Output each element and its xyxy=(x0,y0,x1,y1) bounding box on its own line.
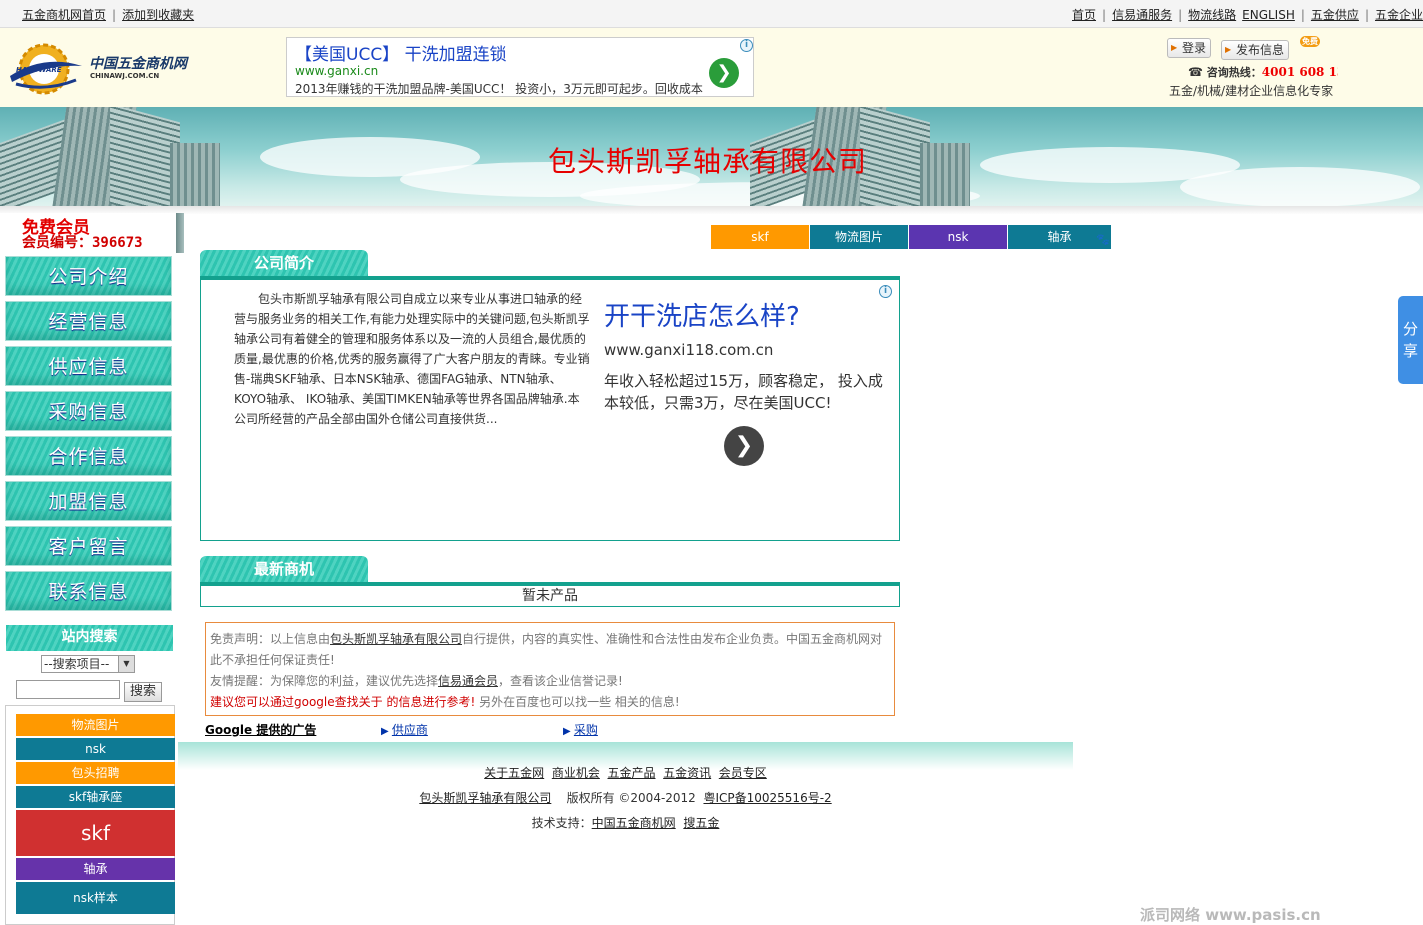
site-logo[interactable]: HARDWARE 中国五金商机网 CHINAWJ.COM.CN xyxy=(6,36,206,100)
icp-link[interactable]: 粤ICP备10025516号-2 xyxy=(703,791,831,805)
hotline-number: 4001 608 13 xyxy=(1261,65,1338,79)
support-link[interactable]: 中国五金商机网 xyxy=(592,816,676,830)
sidebar-edge xyxy=(176,213,184,253)
footer-company-link[interactable]: 包头斯凯孚轴承有限公司 xyxy=(419,791,551,805)
arrow-right-icon[interactable]: ❯ xyxy=(709,58,739,88)
tag-item[interactable]: 物流图片 xyxy=(16,714,175,736)
phone-icon: ☎ xyxy=(1188,65,1203,79)
content-ad-title[interactable]: 开干洗店怎么样? xyxy=(604,296,800,333)
nav-company-intro[interactable]: 公司介绍 xyxy=(5,256,172,296)
support-link[interactable]: 搜五金 xyxy=(683,816,719,830)
login-button[interactable]: 登录 xyxy=(1167,38,1212,58)
intro-heading: 公司简介 xyxy=(200,250,368,278)
logo-subtext: CHINAWJ.COM.CN xyxy=(90,72,160,80)
tag-item[interactable]: 包头招聘 xyxy=(16,762,175,784)
xinyitong-link[interactable]: 信易通会员 xyxy=(438,674,498,688)
google-ads-bar: Google 提供的广告 ▶ 供应商 ▶ 采购 xyxy=(205,721,635,739)
company-link[interactable]: 包头斯凯孚轴承有限公司 xyxy=(330,632,462,646)
footer-link[interactable]: 关于五金网 xyxy=(484,766,544,780)
search-button[interactable]: 搜索 xyxy=(124,682,162,702)
ad-link-purchase[interactable]: ▶ 采购 xyxy=(563,721,598,738)
nav-franchise-info[interactable]: 加盟信息 xyxy=(5,481,172,521)
nav-home-link[interactable]: 首页 xyxy=(1072,8,1096,22)
copyright-text: 版权所有 ©2004-2012 xyxy=(566,791,696,805)
tag-item[interactable]: 轴承 xyxy=(16,858,175,880)
ad-info-icon[interactable]: i xyxy=(740,39,753,52)
ad-link-supplier[interactable]: ▶ 供应商 xyxy=(381,721,428,738)
hotline: ☎ 咨询热线：4001 608 13 xyxy=(1188,64,1338,80)
nav-contact-info[interactable]: 联系信息 xyxy=(5,571,172,611)
nav-supply-link[interactable]: 五金供应 xyxy=(1311,8,1359,22)
content-ad-url[interactable]: www.ganxi118.com.cn xyxy=(604,341,773,359)
footer-copyright: 包头斯凯孚轴承有限公司 版权所有 ©2004-2012 粤ICP备1002551… xyxy=(178,789,1073,806)
header-ad-url[interactable]: www.ganxi.cn xyxy=(295,64,378,78)
search-input[interactable] xyxy=(16,680,120,699)
search-category-select[interactable]: --搜索项目-- ▼ xyxy=(41,655,135,673)
top-left-links: 五金商机网首页 | 添加到收藏夹 xyxy=(22,8,195,22)
ad-info-icon[interactable]: i xyxy=(879,285,892,298)
tag-item[interactable]: nsk样本 xyxy=(16,882,175,914)
top-tab[interactable]: skf xyxy=(711,225,809,249)
top-tab[interactable]: nsk xyxy=(909,225,1007,249)
nav-purchase-info[interactable]: 采购信息 xyxy=(5,391,172,431)
top-right-links: 首页 | 信易通服务 | 物流线路 ENGLISH | 五金供应 | 五金企业 xyxy=(1072,8,1423,22)
share-button[interactable]: 分享 xyxy=(1398,296,1423,384)
nav-logistics-link[interactable]: 物流线路 xyxy=(1188,8,1236,22)
nav-service-link[interactable]: 信易通服务 xyxy=(1112,8,1172,22)
member-number: 会员编号：396673 xyxy=(22,235,143,251)
footer-links: 关于五金网 商业机会 五金产品 五金资讯 会员专区 xyxy=(178,764,1073,781)
header-ad-title[interactable]: 【美国UCC】 干洗加盟连锁 xyxy=(295,40,507,65)
logo-mark-text: HARDWARE xyxy=(16,66,62,74)
company-name: 包头斯凯孚轴承有限公司 xyxy=(548,145,868,178)
header-ad-desc: 2013年赚钱的干洗加盟品牌-美国UCC！ 投资小，3万元即可起步。回收成本 xyxy=(295,82,703,96)
banner-strip xyxy=(0,206,1423,214)
home-link[interactable]: 五金商机网首页 xyxy=(22,8,106,22)
intro-text: 包头市斯凯孚轴承有限公司自成立以来专业从事进口轴承的经营与服务业务的相关工作,有… xyxy=(234,292,590,426)
bookmark-link[interactable]: 添加到收藏夹 xyxy=(122,8,194,22)
reminder-line: 友情提醒：为保障您的利益，建议优先选择信易通会员，查看该企业信誉记录! xyxy=(210,674,623,688)
tag-item[interactable]: skf轴承座 xyxy=(16,786,175,808)
no-products-message: 暂未产品 xyxy=(200,585,900,607)
disclaimer-box: 免责声明：以上信息由包头斯凯孚轴承有限公司自行提供，内容的真实性、准确性和合法性… xyxy=(205,622,895,716)
tag-item[interactable]: skf xyxy=(16,810,175,856)
publish-button[interactable]: 发布信息 xyxy=(1221,40,1290,60)
search-suggest-line: 建议您可以通过google查找关于 的信息进行参考! 另外在百度也可以找一些 相… xyxy=(210,695,680,709)
nav-business-info[interactable]: 经营信息 xyxy=(5,301,172,341)
nav-enterprise-link[interactable]: 五金企业 xyxy=(1375,8,1423,22)
hotline-label: 咨询热线： xyxy=(1206,66,1262,79)
logo-text: 中国五金商机网 xyxy=(89,56,187,72)
header-slogan: 五金/机械/建材企业信息化专家 xyxy=(1169,84,1334,98)
chevron-down-icon[interactable]: ▼ xyxy=(118,656,134,672)
footer-link[interactable]: 会员专区 xyxy=(719,766,767,780)
site-search-title: 站内搜索 xyxy=(6,625,173,651)
google-ads-label[interactable]: Google 提供的广告 xyxy=(205,723,316,737)
footer-link[interactable]: 五金产品 xyxy=(607,766,655,780)
free-badge: 免费 xyxy=(1300,36,1320,47)
latest-heading: 最新商机 xyxy=(200,556,368,584)
watermark: 派司网络 www.pasis.cn xyxy=(1140,906,1321,924)
member-info: 免费会员 会员编号：396673 xyxy=(0,213,176,253)
nav-guestbook[interactable]: 客户留言 xyxy=(5,526,172,566)
content-ad-desc: 年收入轻松超过15万，顾客稳定， 投入成本较低，只需3万，尽在美国UCC! xyxy=(604,372,883,412)
footer-support: 技术支持：中国五金商机网 搜五金 xyxy=(531,816,720,830)
paw-icon: 🐾 xyxy=(1096,233,1110,246)
footer-link[interactable]: 五金资讯 xyxy=(663,766,711,780)
tag-item[interactable]: nsk xyxy=(16,738,175,760)
header-ad[interactable]: 【美国UCC】 干洗加盟连锁 www.ganxi.cn 2013年赚钱的干洗加盟… xyxy=(286,37,754,97)
footer-link[interactable]: 商业机会 xyxy=(552,766,600,780)
disclaimer-line: 免责声明：以上信息由包头斯凯孚轴承有限公司自行提供，内容的真实性、准确性和合法性… xyxy=(210,632,883,667)
arrow-right-icon[interactable]: ❯ xyxy=(724,426,764,466)
nav-cooperation-info[interactable]: 合作信息 xyxy=(5,436,172,476)
top-bar: 五金商机网首页 | 添加到收藏夹 首页 | 信易通服务 | 物流线路 ENGLISH | 五金供应… xyxy=(0,0,1423,28)
nav-supply-info[interactable]: 供应信息 xyxy=(5,346,172,386)
top-tab[interactable]: 物流图片 xyxy=(810,225,908,249)
nav-english-link[interactable]: ENGLISH xyxy=(1242,8,1295,22)
